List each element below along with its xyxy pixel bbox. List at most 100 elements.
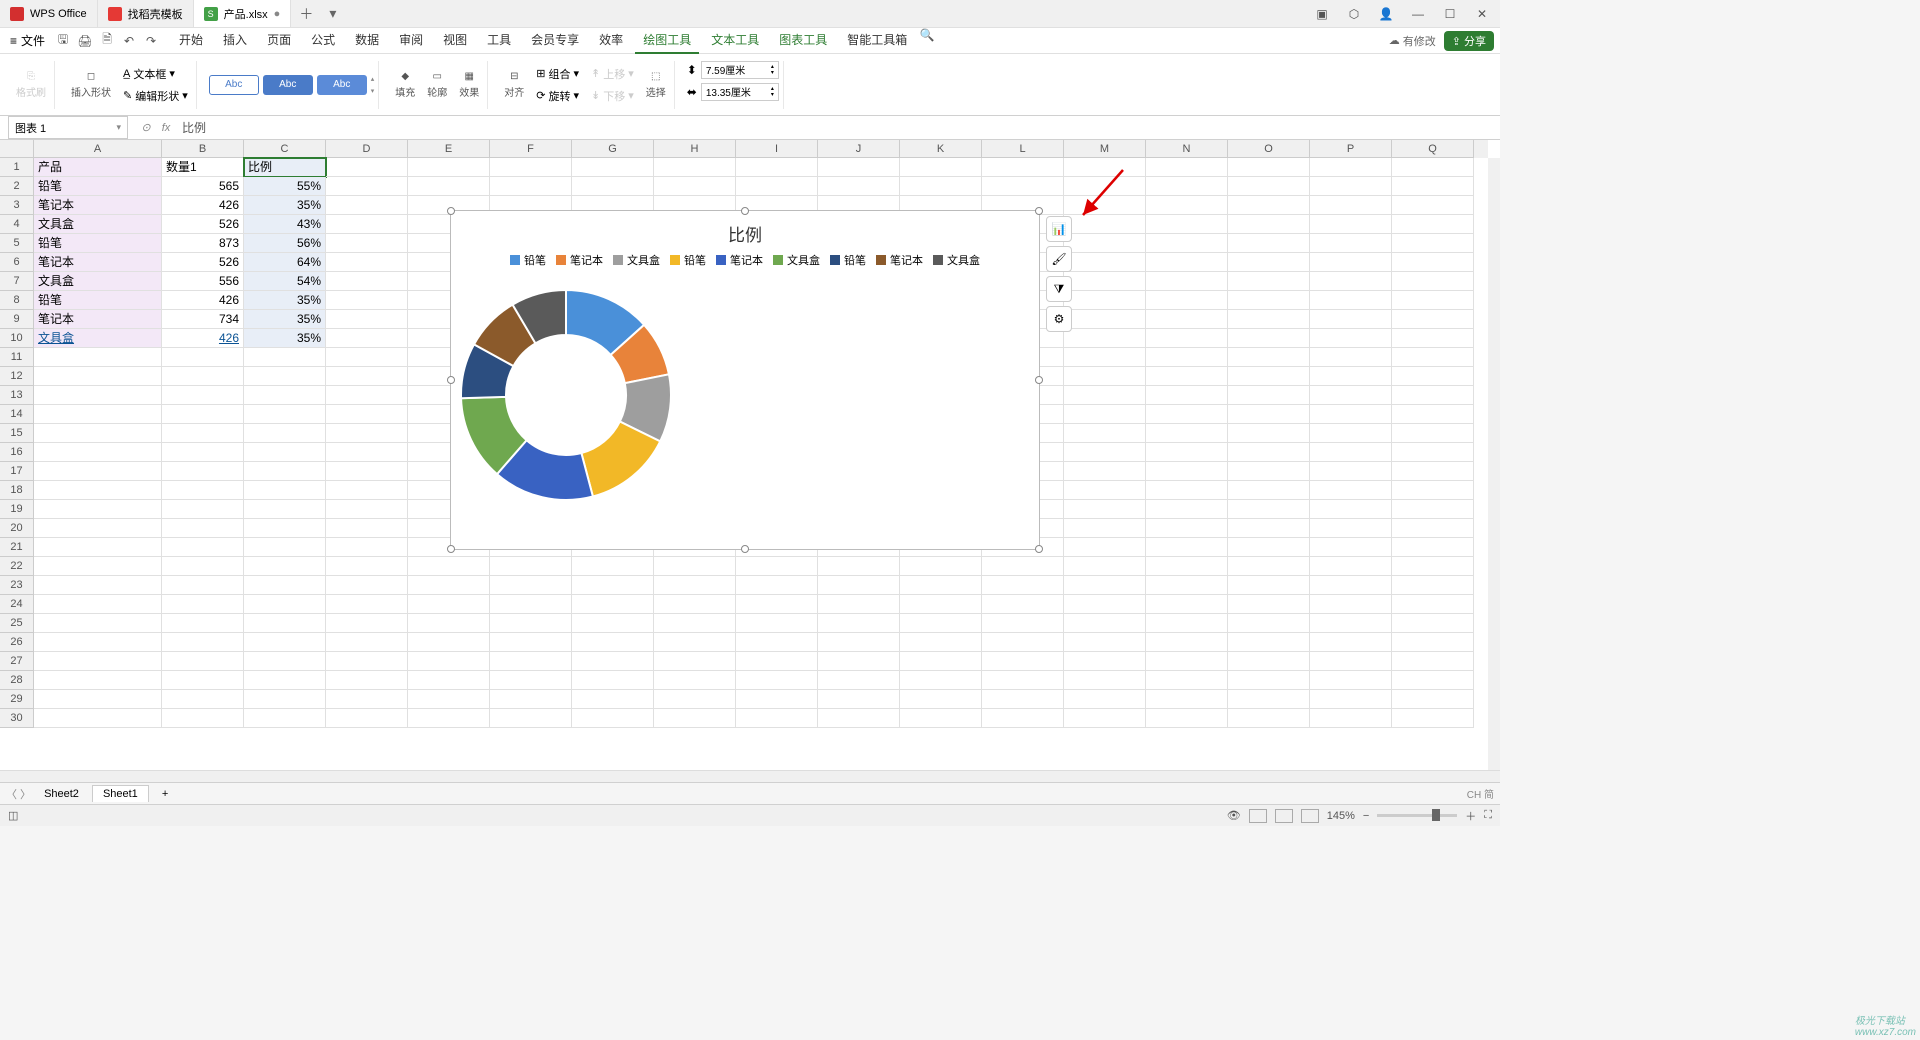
row-header[interactable]: 20 — [0, 519, 34, 538]
cell[interactable] — [1310, 500, 1392, 519]
cell[interactable] — [736, 595, 818, 614]
cell[interactable] — [1310, 424, 1392, 443]
cell[interactable] — [326, 481, 408, 500]
row-header[interactable]: 8 — [0, 291, 34, 310]
cell[interactable] — [900, 158, 982, 177]
cell[interactable] — [326, 196, 408, 215]
cell[interactable]: 565 — [162, 177, 244, 196]
view-page-button[interactable] — [1275, 809, 1293, 823]
cell[interactable] — [1228, 291, 1310, 310]
cell[interactable] — [982, 158, 1064, 177]
align-button[interactable]: ⊟对齐 — [500, 69, 528, 101]
cell[interactable] — [1310, 633, 1392, 652]
file-menu[interactable]: ≡文件 — [6, 30, 49, 51]
cell[interactable] — [1064, 272, 1146, 291]
panel-icon[interactable]: ▣ — [1312, 7, 1332, 21]
cell[interactable] — [326, 614, 408, 633]
cell[interactable] — [34, 614, 162, 633]
expand-icon[interactable]: ⛶ — [1484, 809, 1492, 822]
cell[interactable] — [1228, 576, 1310, 595]
cell[interactable] — [490, 652, 572, 671]
cell[interactable] — [326, 310, 408, 329]
cell[interactable] — [1392, 519, 1474, 538]
cell[interactable] — [818, 671, 900, 690]
col-header[interactable]: P — [1310, 140, 1392, 158]
zoom-value[interactable]: 145% — [1327, 810, 1355, 822]
cell[interactable] — [1392, 443, 1474, 462]
col-header[interactable]: N — [1146, 140, 1228, 158]
cell[interactable] — [490, 557, 572, 576]
row-header[interactable]: 5 — [0, 234, 34, 253]
cell[interactable] — [900, 595, 982, 614]
formula-input[interactable]: 比例 — [176, 119, 1500, 136]
cell[interactable] — [1228, 462, 1310, 481]
cell[interactable] — [1064, 310, 1146, 329]
cell[interactable] — [326, 652, 408, 671]
legend-item[interactable]: 铅笔 — [670, 252, 706, 268]
cell[interactable] — [1228, 443, 1310, 462]
cell[interactable] — [408, 709, 490, 728]
cell[interactable] — [572, 633, 654, 652]
cell[interactable] — [34, 576, 162, 595]
cell[interactable] — [1064, 158, 1146, 177]
cell[interactable] — [1146, 500, 1228, 519]
cell[interactable] — [572, 158, 654, 177]
cell[interactable]: 铅笔 — [34, 177, 162, 196]
cell[interactable] — [1228, 253, 1310, 272]
has-changes-status[interactable]: ☁ 有修改 — [1389, 33, 1436, 49]
cell[interactable] — [1064, 443, 1146, 462]
cell[interactable] — [1310, 310, 1392, 329]
cell[interactable] — [1228, 557, 1310, 576]
cell[interactable] — [736, 671, 818, 690]
row-header[interactable]: 10 — [0, 329, 34, 348]
cell[interactable] — [982, 652, 1064, 671]
cell[interactable] — [1146, 367, 1228, 386]
cell[interactable] — [326, 690, 408, 709]
cell[interactable] — [1310, 709, 1392, 728]
cell[interactable] — [244, 671, 326, 690]
row-header[interactable]: 21 — [0, 538, 34, 557]
cell[interactable] — [162, 633, 244, 652]
cell[interactable] — [162, 671, 244, 690]
cell[interactable] — [1146, 690, 1228, 709]
add-sheet-button[interactable]: + — [151, 785, 179, 803]
cell[interactable] — [1392, 386, 1474, 405]
cell[interactable] — [1146, 557, 1228, 576]
cell[interactable] — [900, 633, 982, 652]
cell[interactable] — [1146, 272, 1228, 291]
cell[interactable] — [818, 557, 900, 576]
cell[interactable] — [490, 633, 572, 652]
cell[interactable] — [1146, 291, 1228, 310]
cell[interactable] — [818, 177, 900, 196]
cell[interactable] — [162, 690, 244, 709]
cell[interactable] — [1146, 424, 1228, 443]
cell[interactable] — [982, 690, 1064, 709]
cell[interactable] — [34, 709, 162, 728]
cell[interactable] — [326, 519, 408, 538]
cell[interactable] — [982, 576, 1064, 595]
cell[interactable] — [1392, 614, 1474, 633]
cell[interactable] — [654, 595, 736, 614]
cell[interactable] — [162, 709, 244, 728]
cell[interactable] — [326, 709, 408, 728]
cell[interactable] — [1146, 595, 1228, 614]
menu-data[interactable]: 数据 — [347, 27, 387, 54]
cell[interactable] — [1392, 291, 1474, 310]
resize-handle[interactable] — [741, 545, 749, 553]
menu-efficiency[interactable]: 效率 — [591, 27, 631, 54]
minimize-button[interactable]: — — [1408, 7, 1428, 21]
cell[interactable] — [1392, 424, 1474, 443]
cell[interactable] — [1064, 595, 1146, 614]
cell[interactable] — [654, 690, 736, 709]
cell[interactable] — [1064, 538, 1146, 557]
cell[interactable] — [490, 177, 572, 196]
cell[interactable]: 文具盒 — [34, 329, 162, 348]
menu-text-tools[interactable]: 文本工具 — [703, 27, 767, 54]
legend-item[interactable]: 铅笔 — [830, 252, 866, 268]
menu-member[interactable]: 会员专享 — [523, 27, 587, 54]
height-input[interactable]: 7.59厘米▴▾ — [701, 61, 779, 79]
cell[interactable] — [982, 557, 1064, 576]
cell[interactable] — [1392, 633, 1474, 652]
cell[interactable] — [1310, 557, 1392, 576]
cell[interactable]: 873 — [162, 234, 244, 253]
